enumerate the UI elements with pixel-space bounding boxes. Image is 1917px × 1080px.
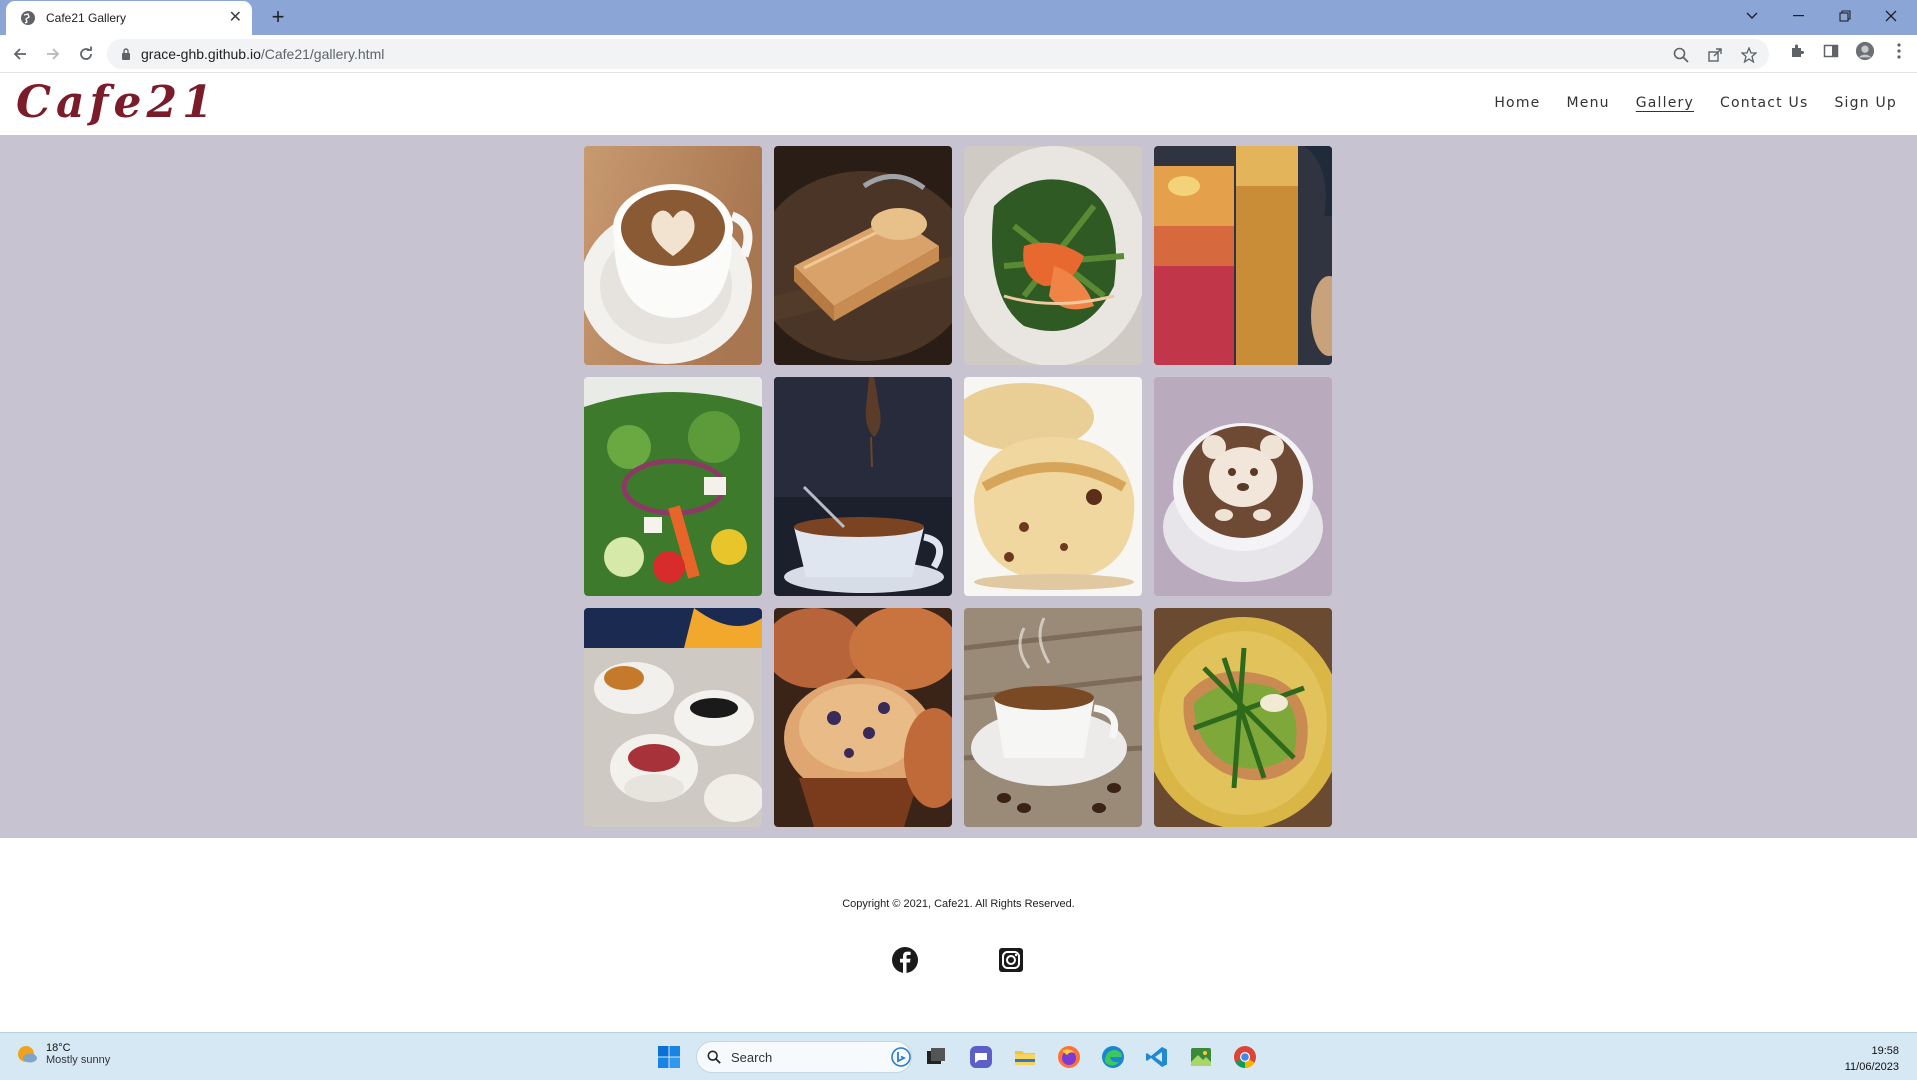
gallery-image-scones[interactable] [964,377,1142,596]
share-icon[interactable] [1705,45,1725,65]
reload-icon [79,46,92,60]
url-text: grace-ghb.github.io/Cafe21/gallery.html [141,46,384,62]
vscode-icon[interactable] [1145,1045,1169,1069]
bing-icon [891,1047,911,1067]
forward-arrow-icon [46,47,59,60]
nav-contact-us[interactable]: Contact Us [1720,95,1808,111]
close-window-button[interactable] [1868,0,1914,32]
gallery-image-sushi[interactable] [584,608,762,827]
forward-button[interactable] [36,37,69,70]
facebook-icon[interactable] [892,947,918,973]
system-clock[interactable]: 19:58 11/06/2023 [1845,1043,1899,1075]
reload-button[interactable] [69,37,102,70]
weather-condition: Mostly sunny [46,1054,111,1066]
browser-toolbar: grace-ghb.github.io/Cafe21/gallery.html [0,35,1917,72]
tab-title: Cafe21 Gallery [46,11,127,25]
extensions-icon[interactable] [1787,41,1807,61]
site-header: Cafe21 Home Menu Gallery Contact Us Sign… [0,72,1917,135]
globe-icon [21,11,35,25]
sun-cloud-icon [18,1046,37,1063]
search-icon [707,1050,721,1064]
back-button[interactable] [3,37,36,70]
nav-menu[interactable]: Menu [1566,95,1609,111]
restore-button[interactable] [1822,0,1868,32]
side-panel-icon[interactable] [1821,41,1841,61]
chrome-icon[interactable] [1233,1045,1257,1069]
edge-icon[interactable] [1101,1045,1125,1069]
new-tab-button[interactable]: + [266,6,290,30]
task-view-icon[interactable] [924,1045,948,1069]
back-arrow-icon [13,47,26,60]
profile-avatar[interactable] [1855,41,1875,61]
copyright-text: Copyright © 2021, Cafe21. All Rights Res… [842,898,1075,910]
gallery-image-avocado-toast[interactable] [1154,608,1332,827]
os-taskbar: 18°C Mostly sunny Search 19:58 11/06/202… [0,1032,1917,1080]
gallery-image-tea-cup[interactable] [774,377,952,596]
gallery-image-espresso[interactable] [964,608,1142,827]
taskbar-search[interactable]: Search [696,1041,912,1073]
close-tab-icon[interactable]: ✕ [229,10,242,26]
gallery-image-cheesecake[interactable] [774,146,952,365]
url-path: /Cafe21/gallery.html [260,46,385,62]
url-host: grace-ghb.github.io [141,46,261,62]
nav-home[interactable]: Home [1494,95,1540,111]
lock-icon [122,48,130,60]
more-menu-icon[interactable] [1889,41,1909,61]
nav-gallery[interactable]: Gallery [1636,95,1694,111]
file-explorer-icon[interactable] [1013,1045,1037,1069]
nav-sign-up[interactable]: Sign Up [1834,95,1897,111]
main-nav: Home Menu Gallery Contact Us Sign Up [1494,95,1897,111]
gallery-grid [584,146,1332,827]
firefox-icon[interactable] [1057,1045,1081,1069]
gallery-image-muffins[interactable] [774,608,952,827]
gallery-image-iced-drinks[interactable] [1154,146,1332,365]
address-bar[interactable]: grace-ghb.github.io/Cafe21/gallery.html [107,39,1769,69]
browser-tab-strip: Cafe21 Gallery ✕ + [0,0,1917,35]
instagram-icon[interactable] [998,947,1024,973]
taskbar-search-label: Search [731,1049,773,1065]
weather-temperature: 18°C [46,1042,71,1054]
site-footer: Copyright © 2021, Cafe21. All Rights Res… [0,838,1917,1032]
bookmark-star-icon[interactable] [1739,45,1759,65]
teams-chat-icon[interactable] [969,1045,993,1069]
clock-date: 11/06/2023 [1844,1061,1899,1073]
site-logo[interactable]: Cafe21 [16,77,218,128]
photos-app-icon[interactable] [1189,1045,1213,1069]
gallery-image-garden-salad[interactable] [584,377,762,596]
tab-search-icon[interactable] [1729,0,1775,32]
gallery-image-latte-heart[interactable] [584,146,762,365]
browser-tab[interactable]: Cafe21 Gallery ✕ [6,1,252,35]
windows-start-icon[interactable] [657,1045,681,1069]
gallery-image-salmon-salad[interactable] [964,146,1142,365]
zoom-icon[interactable] [1671,45,1691,65]
clock-time: 19:58 [1871,1045,1899,1057]
gallery-image-bear-latte[interactable] [1154,377,1332,596]
minimize-button[interactable] [1776,0,1822,32]
weather-widget[interactable]: 18°C Mostly sunny [16,1042,110,1066]
